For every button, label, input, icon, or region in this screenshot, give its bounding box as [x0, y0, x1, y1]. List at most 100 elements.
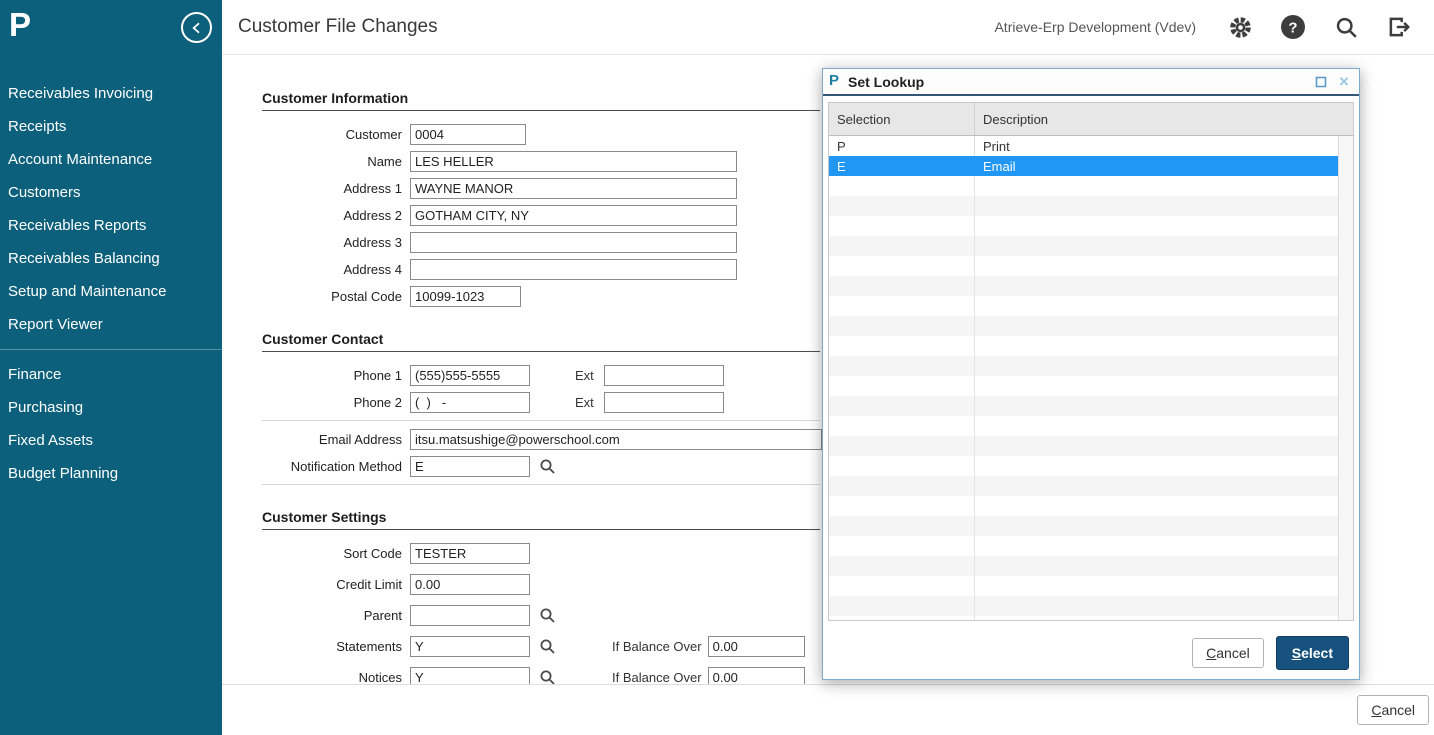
logout-icon[interactable] — [1386, 14, 1412, 40]
address2-label: Address 2 — [262, 208, 402, 223]
postal-code-label: Postal Code — [262, 289, 402, 304]
statements-input[interactable] — [410, 636, 530, 657]
sidebar-item-purchasing[interactable]: Purchasing — [0, 391, 222, 424]
sidebar-item-budget-planning[interactable]: Budget Planning — [0, 457, 222, 490]
phone1-ext-label: Ext — [575, 368, 594, 383]
address1-input[interactable] — [410, 178, 737, 199]
statements-label: Statements — [262, 639, 402, 654]
sidebar-item-account-maintenance[interactable]: Account Maintenance — [0, 143, 222, 176]
notices-balance-input[interactable] — [708, 667, 805, 684]
lookup-row-print[interactable]: P Print — [829, 136, 1338, 156]
parent-lookup-icon[interactable] — [539, 607, 556, 624]
notices-lookup-icon[interactable] — [539, 669, 556, 684]
postal-code-input[interactable] — [410, 286, 521, 307]
sidebar-item-setup-and-maintenance[interactable]: Setup and Maintenance — [0, 275, 222, 308]
phone1-ext-input[interactable] — [604, 365, 724, 386]
lookup-row-selection: P — [829, 136, 974, 156]
sort-code-label: Sort Code — [262, 546, 402, 561]
svg-text:P: P — [829, 72, 839, 88]
sidebar-item-receipts[interactable]: Receipts — [0, 110, 222, 143]
sidebar-item-receivables-invoicing[interactable]: Receivables Invoicing — [0, 77, 222, 110]
notification-method-label: Notification Method — [262, 459, 402, 474]
dialog-window-controls: × — [1314, 75, 1351, 89]
email-input[interactable] — [410, 429, 822, 450]
lookup-table-body: P Print E Email — [829, 136, 1338, 620]
sidebar-collapse-button[interactable] — [181, 12, 212, 43]
sidebar-item-receivables-balancing[interactable]: Receivables Balancing — [0, 242, 222, 275]
sidebar-divider — [0, 349, 222, 350]
lookup-table: Selection Description P Print E Email — [828, 102, 1354, 621]
svg-text:?: ? — [1288, 20, 1297, 37]
page-footer: Cancel — [222, 684, 1434, 735]
address3-label: Address 3 — [262, 235, 402, 250]
address4-input[interactable] — [410, 259, 737, 280]
address1-label: Address 1 — [262, 181, 402, 196]
phone2-label: Phone 2 — [262, 395, 402, 410]
search-icon[interactable] — [1333, 14, 1359, 40]
address3-input[interactable] — [410, 232, 737, 253]
cancel-button[interactable]: Cancel — [1357, 695, 1429, 725]
name-input[interactable] — [410, 151, 737, 172]
sidebar-item-finance[interactable]: Finance — [0, 358, 222, 391]
help-icon[interactable]: ? — [1280, 14, 1306, 40]
statements-lookup-icon[interactable] — [539, 638, 556, 655]
environment-label: Atrieve-Erp Development (Vdev) — [994, 19, 1196, 35]
phone2-ext-input[interactable] — [604, 392, 724, 413]
modal-cancel-button[interactable]: Cancel — [1192, 638, 1264, 668]
sort-code-input[interactable] — [410, 543, 530, 564]
sidebar-item-report-viewer[interactable]: Report Viewer — [0, 308, 222, 341]
name-label: Name — [262, 154, 402, 169]
notices-input[interactable] — [410, 667, 530, 684]
statements-balance-input[interactable] — [708, 636, 805, 657]
chevron-left-icon — [187, 18, 207, 38]
address2-input[interactable] — [410, 205, 737, 226]
page-title: Customer File Changes — [238, 16, 438, 38]
lookup-row-email-selected[interactable]: E Email — [829, 156, 1338, 176]
group-rule — [262, 484, 820, 485]
lookup-row-description: Print — [974, 136, 1338, 156]
select-button[interactable]: Select — [1276, 636, 1349, 670]
lookup-table-header: Selection Description — [829, 103, 1353, 136]
set-lookup-dialog: P Set Lookup × Selection Description P P… — [822, 68, 1360, 680]
dialog-titlebar[interactable]: P Set Lookup × — [823, 69, 1359, 96]
powerschool-logo-icon: P — [829, 71, 842, 93]
credit-limit-input[interactable] — [410, 574, 530, 595]
sidebar-item-customers[interactable]: Customers — [0, 176, 222, 209]
notification-method-input[interactable] — [410, 456, 530, 477]
sidebar-nav: Receivables Invoicing Receipts Account M… — [0, 55, 222, 490]
svg-text:P: P — [9, 6, 31, 43]
notification-method-lookup-icon[interactable] — [539, 458, 556, 475]
email-label: Email Address — [262, 432, 402, 447]
parent-input[interactable] — [410, 605, 530, 626]
header-actions: Atrieve-Erp Development (Vdev) ? — [994, 14, 1412, 40]
section-rule — [262, 529, 820, 530]
settings-gear-icon[interactable] — [1227, 14, 1253, 40]
customer-label: Customer — [262, 127, 402, 142]
notices-balance-label: If Balance Over — [612, 670, 702, 684]
lookup-scrollbar[interactable] — [1338, 136, 1353, 620]
column-header-selection: Selection — [829, 103, 974, 135]
customer-input[interactable] — [410, 124, 526, 145]
column-header-description: Description — [974, 103, 1353, 135]
maximize-icon[interactable] — [1314, 75, 1328, 89]
notices-label: Notices — [262, 670, 402, 684]
section-rule — [262, 110, 820, 111]
address4-label: Address 4 — [262, 262, 402, 277]
close-icon[interactable]: × — [1337, 75, 1351, 89]
lookup-row-selection: E — [829, 156, 974, 176]
dialog-footer: Cancel Select — [1192, 636, 1349, 670]
group-rule — [262, 420, 820, 421]
statements-balance-label: If Balance Over — [612, 639, 702, 654]
sidebar: P Receivables Invoicing Receipts Account… — [0, 0, 222, 735]
top-header: Customer File Changes Atrieve-Erp Develo… — [222, 0, 1434, 55]
powerschool-logo-icon: P — [8, 5, 38, 50]
parent-label: Parent — [262, 608, 402, 623]
sidebar-header: P — [0, 0, 222, 55]
phone2-input[interactable] — [410, 392, 530, 413]
phone1-label: Phone 1 — [262, 368, 402, 383]
credit-limit-label: Credit Limit — [262, 577, 402, 592]
phone1-input[interactable] — [410, 365, 530, 386]
sidebar-item-fixed-assets[interactable]: Fixed Assets — [0, 424, 222, 457]
lookup-row-description: Email — [974, 156, 1338, 176]
sidebar-item-receivables-reports[interactable]: Receivables Reports — [0, 209, 222, 242]
